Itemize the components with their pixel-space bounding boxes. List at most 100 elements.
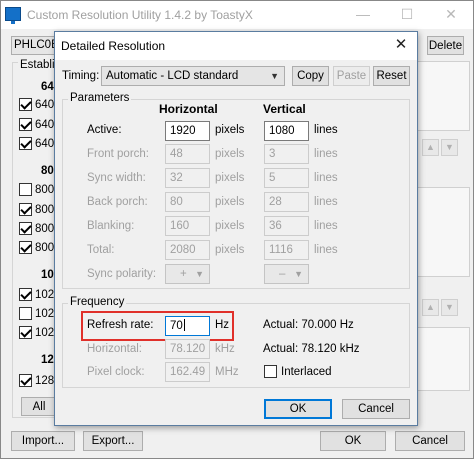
frequency-group-label: Frequency <box>68 296 127 308</box>
front-porch-label: Front porch: <box>87 148 149 160</box>
actual-refresh-rate: Actual: 70.000 Hz <box>263 319 354 331</box>
main-window-title: Custom Resolution Utility 1.4.2 by Toast… <box>27 8 253 22</box>
standard-resolutions-list[interactable] <box>414 187 470 277</box>
close-icon[interactable]: ✕ <box>387 35 415 57</box>
parameters-group-label: Parameters <box>68 92 132 104</box>
pixels-unit: pixels <box>215 220 245 232</box>
all-button[interactable]: All <box>21 397 57 416</box>
lines-unit: lines <box>314 172 338 184</box>
checkbox[interactable] <box>19 326 32 339</box>
pixels-unit: pixels <box>215 244 245 256</box>
refresh-rate-field[interactable]: 70 <box>165 316 210 336</box>
lines-unit: lines <box>314 196 338 208</box>
move-up-icon[interactable]: ▲ <box>422 139 439 156</box>
sync-polarity-label: Sync polarity: <box>87 268 157 280</box>
refresh-rate-label: Refresh rate: <box>87 319 154 331</box>
checkbox[interactable] <box>19 118 32 131</box>
extension-blocks-list[interactable] <box>414 327 470 391</box>
main-cancel-button[interactable]: Cancel <box>395 431 465 451</box>
checkbox[interactable] <box>19 98 32 111</box>
lines-unit: lines <box>314 124 338 136</box>
display-select[interactable]: PHLC0B0 <box>11 36 59 55</box>
interlaced-label: Interlaced <box>281 366 332 378</box>
main-ok-button[interactable]: OK <box>320 431 386 451</box>
timing-value: Automatic - LCD standard <box>106 70 239 82</box>
mhz-unit: MHz <box>215 366 239 378</box>
main-titlebar: Custom Resolution Utility 1.4.2 by Toast… <box>1 1 473 29</box>
minimize-button[interactable]: — <box>341 1 385 29</box>
dialog-titlebar: Detailed Resolution ✕ <box>55 32 417 60</box>
chevron-down-icon: ▼ <box>195 269 204 279</box>
monitor-icon <box>5 7 21 24</box>
horizontal-total-field[interactable]: 2080 <box>165 240 210 260</box>
timing-select[interactable]: Automatic - LCD standard ▼ <box>101 66 285 86</box>
pixels-unit: pixels <box>215 148 245 160</box>
vertical-polarity-value: – <box>279 268 286 280</box>
import-button[interactable]: Import... <box>11 431 75 451</box>
maximize-button[interactable]: ☐ <box>385 1 429 29</box>
vertical-blanking-field[interactable]: 36 <box>264 216 309 236</box>
checkbox[interactable] <box>19 137 32 150</box>
actual-horizontal-frequency: Actual: 78.120 kHz <box>263 343 360 355</box>
vertical-sync-polarity-select[interactable]: – ▼ <box>264 264 309 284</box>
total-label: Total: <box>87 244 115 256</box>
sync-width-label: Sync width: <box>87 172 146 184</box>
vertical-sync-width-field[interactable]: 5 <box>264 168 309 188</box>
reset-button[interactable]: Reset <box>373 66 410 86</box>
interlaced-checkbox[interactable] <box>264 365 277 378</box>
vertical-header: Vertical <box>263 102 306 116</box>
dialog-ok-button[interactable]: OK <box>264 399 332 419</box>
back-porch-label: Back porch: <box>87 196 148 208</box>
horizontal-frequency-label: Horizontal: <box>87 343 142 355</box>
chevron-down-icon: ▼ <box>294 269 303 279</box>
checkbox[interactable] <box>19 288 32 301</box>
move-up-icon[interactable]: ▲ <box>422 299 439 316</box>
checkbox[interactable] <box>19 241 32 254</box>
vertical-total-field[interactable]: 1116 <box>264 240 309 260</box>
vertical-front-porch-field[interactable]: 3 <box>264 144 309 164</box>
horizontal-frequency-field[interactable]: 78.120 <box>165 339 210 359</box>
pixel-clock-field[interactable]: 162.49 <box>165 362 210 382</box>
checkbox[interactable] <box>19 222 32 235</box>
detailed-resolution-dialog: Detailed Resolution ✕ Timing: Automatic … <box>54 31 418 426</box>
blanking-label: Blanking: <box>87 220 135 232</box>
refresh-rate-value: 70 <box>170 320 183 332</box>
active-label: Active: <box>87 124 122 136</box>
move-down-icon[interactable]: ▼ <box>441 299 458 316</box>
paste-button[interactable]: Paste <box>333 66 370 86</box>
vertical-active-field[interactable]: 1080 <box>264 121 309 141</box>
horizontal-back-porch-field[interactable]: 80 <box>165 192 210 212</box>
horizontal-polarity-value: + <box>180 268 187 280</box>
lines-unit: lines <box>314 220 338 232</box>
checkbox[interactable] <box>19 183 32 196</box>
pixels-unit: pixels <box>215 124 245 136</box>
horizontal-front-porch-field[interactable]: 48 <box>165 144 210 164</box>
horizontal-header: Horizontal <box>159 102 218 116</box>
chevron-down-icon: ▼ <box>270 71 279 81</box>
dialog-title: Detailed Resolution <box>61 39 166 53</box>
horizontal-active-field[interactable]: 1920 <box>165 121 210 141</box>
pixels-unit: pixels <box>215 172 245 184</box>
pixels-unit: pixels <box>215 196 245 208</box>
vertical-back-porch-field[interactable]: 28 <box>264 192 309 212</box>
lines-unit: lines <box>314 148 338 160</box>
move-down-icon[interactable]: ▼ <box>441 139 458 156</box>
horizontal-blanking-field[interactable]: 160 <box>165 216 210 236</box>
khz-unit: kHz <box>215 343 235 355</box>
close-window-button[interactable]: ✕ <box>429 1 473 29</box>
delete-button[interactable]: Delete <box>427 36 464 55</box>
hz-unit: Hz <box>215 319 230 331</box>
checkbox[interactable] <box>19 374 32 387</box>
horizontal-sync-polarity-select[interactable]: + ▼ <box>165 264 210 284</box>
dialog-cancel-button[interactable]: Cancel <box>342 399 410 419</box>
checkbox[interactable] <box>19 307 32 320</box>
lines-unit: lines <box>314 244 338 256</box>
timing-label: Timing: <box>62 70 100 82</box>
pixel-clock-label: Pixel clock: <box>87 366 145 378</box>
copy-button[interactable]: Copy <box>292 66 329 86</box>
export-button[interactable]: Export... <box>83 431 143 451</box>
checkbox[interactable] <box>19 203 32 216</box>
horizontal-sync-width-field[interactable]: 32 <box>165 168 210 188</box>
text-caret <box>183 319 185 331</box>
detailed-resolutions-list[interactable] <box>414 61 470 131</box>
